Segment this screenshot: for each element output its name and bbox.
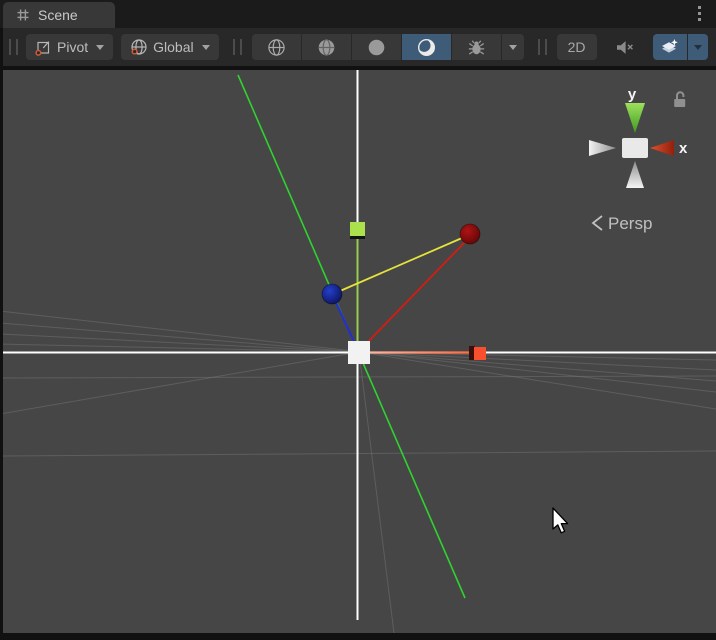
view-2d-label: 2D bbox=[568, 39, 586, 55]
red-sphere[interactable] bbox=[460, 224, 480, 244]
green-cube-shadow[interactable] bbox=[350, 236, 365, 239]
projection-label[interactable]: Persp bbox=[608, 214, 652, 233]
gizmo-y-label: y bbox=[628, 86, 637, 103]
pivot-mode-dropdown[interactable]: Pivot bbox=[26, 34, 113, 60]
effects-toggle-button[interactable] bbox=[653, 34, 687, 60]
gizmo-y-axis-cone[interactable] bbox=[625, 103, 645, 133]
global-space-dropdown[interactable]: Global bbox=[121, 34, 218, 60]
gizmo-x-axis-cone[interactable] bbox=[650, 140, 674, 156]
pivot-square-icon bbox=[35, 39, 52, 56]
wireframe-sphere-icon bbox=[267, 38, 286, 57]
kebab-menu-icon[interactable] bbox=[698, 6, 701, 21]
shaded-wireframe-sphere-icon bbox=[317, 38, 336, 57]
blue-sphere[interactable] bbox=[322, 284, 342, 304]
lit-sphere-icon bbox=[417, 38, 436, 57]
gizmo-left-axis-cone[interactable] bbox=[589, 140, 616, 156]
red-link bbox=[363, 241, 466, 347]
orange-cube[interactable] bbox=[474, 347, 486, 360]
scene-grid-icon bbox=[16, 8, 30, 22]
grid-line bbox=[3, 352, 359, 414]
gizmo-down-axis-cone[interactable] bbox=[626, 161, 644, 188]
globe-icon bbox=[130, 38, 148, 56]
green-cube[interactable] bbox=[350, 222, 365, 236]
padlock-open-icon[interactable] bbox=[674, 92, 685, 107]
scene-viewport[interactable]: y x Persp bbox=[3, 70, 716, 633]
debug-mode-dropdown[interactable] bbox=[502, 34, 524, 60]
audio-toggle-button[interactable] bbox=[609, 34, 643, 60]
chevron-down-icon bbox=[694, 45, 702, 50]
toolbar-drag-handle[interactable] bbox=[9, 39, 18, 55]
white-cube[interactable] bbox=[348, 341, 370, 364]
arrow-cursor bbox=[553, 508, 568, 533]
gizmo-center-cube[interactable] bbox=[622, 138, 648, 158]
view-2d-toggle[interactable]: 2D bbox=[557, 34, 597, 60]
bug-icon bbox=[468, 39, 485, 56]
global-space-label: Global bbox=[153, 39, 193, 55]
gizmo-x-label: x bbox=[679, 140, 688, 157]
toolbar-drag-handle[interactable] bbox=[233, 39, 242, 55]
debug-mode-button[interactable] bbox=[452, 34, 501, 60]
shading-button-lit[interactable] bbox=[402, 34, 451, 60]
effects-dropdown[interactable] bbox=[688, 34, 708, 60]
shading-button-wireframe[interactable] bbox=[252, 34, 301, 60]
effects-layers-icon bbox=[660, 39, 679, 56]
scene-tab[interactable]: Scene bbox=[3, 2, 115, 28]
tab-bar: Scene bbox=[0, 0, 716, 28]
shading-button-shaded[interactable] bbox=[352, 34, 401, 60]
pivot-mode-label: Pivot bbox=[57, 39, 88, 55]
shaded-sphere-icon bbox=[367, 38, 386, 57]
persp-chevron-icon[interactable] bbox=[593, 216, 602, 230]
blue-link bbox=[333, 296, 356, 346]
audio-muted-icon bbox=[616, 39, 635, 56]
chevron-down-icon bbox=[509, 45, 517, 50]
grid-line bbox=[3, 451, 716, 456]
chevron-down-icon bbox=[202, 45, 210, 50]
toolbar-drag-handle[interactable] bbox=[538, 39, 547, 55]
chevron-down-icon bbox=[96, 45, 104, 50]
scene-tab-label: Scene bbox=[38, 7, 78, 23]
scene-canvas[interactable]: y x Persp bbox=[3, 70, 716, 633]
scene-toolbar: Pivot Global bbox=[0, 28, 716, 66]
grid-line bbox=[3, 376, 716, 378]
shading-button-shaded-wireframe[interactable] bbox=[302, 34, 351, 60]
